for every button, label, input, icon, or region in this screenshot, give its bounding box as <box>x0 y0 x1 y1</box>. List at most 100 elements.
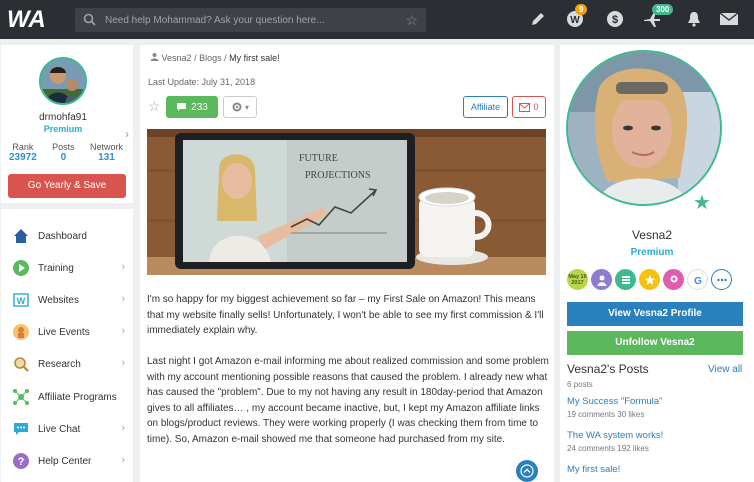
message-button[interactable]: 0 <box>512 96 546 118</box>
chevron-right-icon: › <box>121 357 125 369</box>
post-meta: 24 comments 192 likes <box>567 444 649 453</box>
stat-label: Network <box>89 142 123 152</box>
search-input[interactable] <box>105 8 395 32</box>
svg-text:WA: WA <box>7 6 46 32</box>
sidebar-item-websites[interactable]: W Websites › <box>1 284 133 316</box>
svg-text:G: G <box>694 276 702 286</box>
bell-icon[interactable] <box>683 8 705 30</box>
list-badge-icon[interactable] <box>615 269 636 290</box>
user-badge-icon[interactable] <box>591 269 612 290</box>
my-stats: Rank 23972 Posts 0 Network 131 <box>9 142 123 163</box>
post-hero-image: FUTURE PROJECTIONS <box>147 129 546 275</box>
play-icon <box>12 259 30 277</box>
post-title-link[interactable]: My Success "Formula" <box>567 396 743 407</box>
mail-icon[interactable] <box>718 8 740 30</box>
google-badge-icon[interactable]: G <box>687 269 708 290</box>
chevron-right-icon[interactable]: › <box>125 127 129 141</box>
help-icon: ? <box>12 452 30 470</box>
chevron-up-icon <box>520 464 534 478</box>
mail-icon <box>519 102 531 112</box>
author-avatar[interactable] <box>566 50 722 206</box>
notifications-badge: 9 <box>575 4 588 15</box>
my-avatar[interactable] <box>39 57 87 105</box>
scroll-to-top-button[interactable] <box>516 460 538 482</box>
chevron-right-icon: › <box>121 261 125 273</box>
view-all-link[interactable]: View all <box>708 364 742 375</box>
star-badge-icon[interactable] <box>639 269 660 290</box>
star-icon[interactable]: ☆ <box>405 12 418 28</box>
breadcrumb-current: My first sale! <box>229 53 280 63</box>
award-badge-icon[interactable] <box>663 269 684 290</box>
chevron-down-icon: ▾ <box>244 102 249 112</box>
online-star-icon: ★ <box>693 192 711 214</box>
last-update: Last Update: July 31, 2018 <box>148 77 256 87</box>
settings-dropdown[interactable]: ▾ <box>223 96 257 118</box>
more-badges-icon[interactable] <box>711 269 732 290</box>
star-icon[interactable]: ☆ <box>148 98 161 115</box>
wa-logo[interactable]: WA <box>7 6 63 33</box>
post-paragraph: Last night I got Amazon e-mail informing… <box>147 356 549 445</box>
user-icon <box>150 53 162 63</box>
sidebar-item-label: Affiliate Programs <box>38 391 117 403</box>
dollar-icon[interactable]: $ <box>604 8 626 30</box>
sidebar-item-label: Live Events <box>38 326 90 338</box>
stat-posts[interactable]: Posts 0 <box>52 142 75 163</box>
plane-icon[interactable]: 300 <box>641 4 674 30</box>
svg-text:?: ? <box>18 456 25 468</box>
stat-network[interactable]: Network 131 <box>90 142 123 163</box>
comments-count: 233 <box>191 101 208 113</box>
svg-text:W: W <box>17 296 26 306</box>
sidebar-item-live-chat[interactable]: Live Chat › <box>1 413 133 445</box>
pencil-icon[interactable] <box>527 8 549 30</box>
comments-button[interactable]: 233 <box>166 96 218 118</box>
stat-rank[interactable]: Rank 23972 <box>9 142 37 163</box>
stat-label: Rank <box>12 142 34 152</box>
author-membership: Premium <box>630 247 674 258</box>
unfollow-button[interactable]: Unfollow Vesna2 <box>567 331 743 355</box>
svg-text:W: W <box>570 15 580 26</box>
post-title-link[interactable]: My first sale! <box>567 464 743 475</box>
sidebar-item-label: Help Center <box>38 455 92 467</box>
stat-value: 131 <box>98 152 115 163</box>
chevron-right-icon: › <box>121 325 125 337</box>
chevron-right-icon: › <box>121 454 125 466</box>
sidebar-item-live-events[interactable]: Live Events › <box>1 316 133 348</box>
sidebar-item-dashboard[interactable]: Dashboard <box>1 220 133 252</box>
affiliate-button[interactable]: Affiliate <box>463 96 508 118</box>
author-name[interactable]: Vesna2 <box>560 228 744 242</box>
stat-value: 23972 <box>9 152 37 163</box>
websites-icon: W <box>12 291 30 309</box>
affiliate-icon <box>12 388 30 406</box>
breadcrumb-user[interactable]: Vesna2 <box>162 53 192 63</box>
search-bar: ☆ <box>75 8 426 32</box>
sidebar-item-research[interactable]: Research › <box>1 348 133 380</box>
sidebar-item-help-center[interactable]: ? Help Center › <box>1 445 133 477</box>
member-since-badge[interactable]: May 19 2017 <box>567 269 588 290</box>
author-post-item[interactable]: My first sale! <box>567 464 743 475</box>
chat-icon <box>12 420 30 438</box>
blog-post-panel: Vesna2 / Blogs / My first sale! Last Upd… <box>140 45 554 482</box>
notifications-icon[interactable]: W 9 <box>564 4 588 30</box>
stat-value: 0 <box>60 152 67 163</box>
author-post-item[interactable]: My Success "Formula" 19 comments 30 like… <box>567 396 743 419</box>
sidebar-item-label: Research <box>38 358 81 370</box>
sidebar-item-affiliate-programs[interactable]: Affiliate Programs <box>1 381 133 413</box>
sidebar-item-label: Websites <box>38 294 79 306</box>
view-profile-button[interactable]: View Vesna2 Profile <box>567 302 743 326</box>
author-profile-card: ★ Vesna2 Premium May 19 2017 G View Vesn… <box>560 45 754 482</box>
go-yearly-button[interactable]: Go Yearly & Save <box>8 174 126 198</box>
sidebar-item-label: Training <box>38 262 74 274</box>
sidebar-navigation: Dashboard Training › W Websites › Live E… <box>1 209 133 482</box>
breadcrumb: Vesna2 / Blogs / My first sale! <box>150 52 280 63</box>
search-icon[interactable] <box>83 13 96 31</box>
author-posts-count: 6 posts <box>567 380 593 389</box>
sidebar-item-label: Dashboard <box>38 230 87 242</box>
live-events-icon <box>12 323 30 341</box>
author-post-item[interactable]: The WA system works! 24 comments 192 lik… <box>567 430 743 453</box>
my-profile-card: › drmohfa91 Premium Rank 23972 Posts 0 N… <box>1 45 133 203</box>
message-count: 0 <box>533 102 539 112</box>
my-username[interactable]: drmohfa91 <box>1 112 125 123</box>
post-title-link[interactable]: The WA system works! <box>567 430 743 441</box>
sidebar-item-training[interactable]: Training › <box>1 252 133 284</box>
breadcrumb-blogs[interactable]: Blogs <box>199 53 222 63</box>
